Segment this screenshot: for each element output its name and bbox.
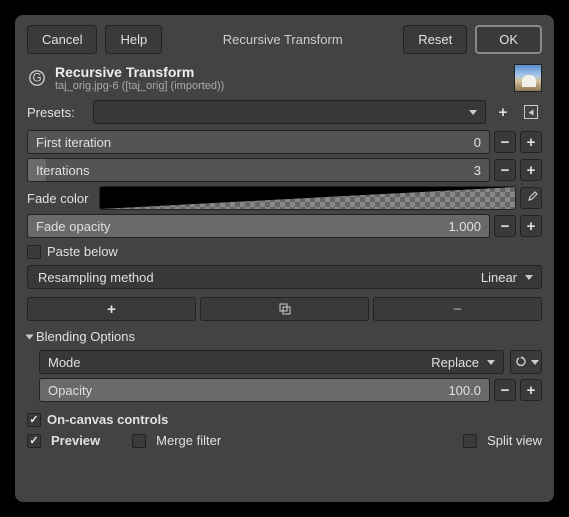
expand-icon	[26, 334, 34, 339]
fade-color-field[interactable]	[99, 186, 516, 210]
merge-filter-checkbox[interactable]	[132, 434, 146, 448]
paste-below-row: Paste below	[27, 244, 542, 259]
top-button-bar: Cancel Help Recursive Transform Reset OK	[27, 25, 542, 54]
blending-options-header[interactable]: Blending Options	[27, 329, 542, 344]
on-canvas-row: On-canvas controls	[27, 412, 542, 427]
split-view-label: Split view	[487, 433, 542, 448]
opacity-row: Opacity100.0 − +	[39, 378, 542, 402]
help-button[interactable]: Help	[105, 25, 162, 54]
fade-color-label: Fade color	[27, 191, 95, 206]
filter-header: G Recursive Transform taj_orig.jpg-6 ([t…	[27, 64, 542, 92]
dialog-title: Recursive Transform	[170, 32, 395, 47]
merge-filter-label: Merge filter	[156, 433, 221, 448]
presets-label: Presets:	[27, 105, 87, 120]
paste-below-checkbox[interactable]	[27, 245, 41, 259]
opacity-decrement[interactable]: −	[494, 379, 516, 401]
add-transform-button[interactable]: +	[27, 297, 196, 321]
presets-row: Presets: +	[27, 100, 542, 124]
split-view-checkbox[interactable]	[463, 434, 477, 448]
transform-buttons: + −	[27, 297, 542, 321]
iterations-decrement[interactable]: −	[494, 159, 516, 181]
ok-button[interactable]: OK	[475, 25, 542, 54]
fade-color-row: Fade color	[27, 186, 542, 210]
dialog: Cancel Help Recursive Transform Reset OK…	[15, 15, 554, 502]
duplicate-transform-button[interactable]	[200, 297, 369, 321]
opacity-increment: +	[520, 379, 542, 401]
iterations-row: Iterations3 − +	[27, 158, 542, 182]
iterations-field[interactable]: Iterations3	[27, 158, 490, 182]
gegl-icon: G	[27, 68, 47, 88]
first-iteration-increment[interactable]: +	[520, 131, 542, 153]
svg-text:G: G	[32, 72, 41, 85]
paste-below-label: Paste below	[47, 244, 118, 259]
remove-transform-button[interactable]: −	[373, 297, 542, 321]
preview-label: Preview	[51, 433, 100, 448]
presets-save-button[interactable]	[520, 101, 542, 123]
opacity-field[interactable]: Opacity100.0	[39, 378, 490, 402]
cancel-button[interactable]: Cancel	[27, 25, 97, 54]
first-iteration-decrement[interactable]: −	[494, 131, 516, 153]
on-canvas-label: On-canvas controls	[47, 412, 168, 427]
preview-checkbox[interactable]	[27, 434, 41, 448]
bottom-options: Preview Merge filter Split view	[27, 433, 542, 448]
first-iteration-row: First iteration0 − +	[27, 130, 542, 154]
on-canvas-checkbox[interactable]	[27, 413, 41, 427]
mode-row: Mode Replace	[39, 350, 542, 374]
presets-dropdown[interactable]	[93, 100, 486, 124]
resampling-dropdown[interactable]: Resampling method Linear	[27, 265, 542, 289]
fade-opacity-increment: +	[520, 215, 542, 237]
mode-dropdown[interactable]: Mode Replace	[39, 350, 504, 374]
mode-swap-button[interactable]	[510, 350, 542, 374]
iterations-increment[interactable]: +	[520, 159, 542, 181]
filter-title: Recursive Transform	[55, 64, 506, 80]
fade-opacity-field[interactable]: Fade opacity1.000	[27, 214, 490, 238]
first-iteration-field[interactable]: First iteration0	[27, 130, 490, 154]
presets-add-button[interactable]: +	[492, 101, 514, 123]
image-thumbnail[interactable]	[514, 64, 542, 92]
reset-button[interactable]: Reset	[403, 25, 467, 54]
fade-opacity-row: Fade opacity1.000 − +	[27, 214, 542, 238]
color-picker-button[interactable]	[520, 187, 542, 209]
fade-opacity-decrement[interactable]: −	[494, 215, 516, 237]
filter-subtitle: taj_orig.jpg-6 ([taj_orig] (imported))	[55, 80, 506, 92]
